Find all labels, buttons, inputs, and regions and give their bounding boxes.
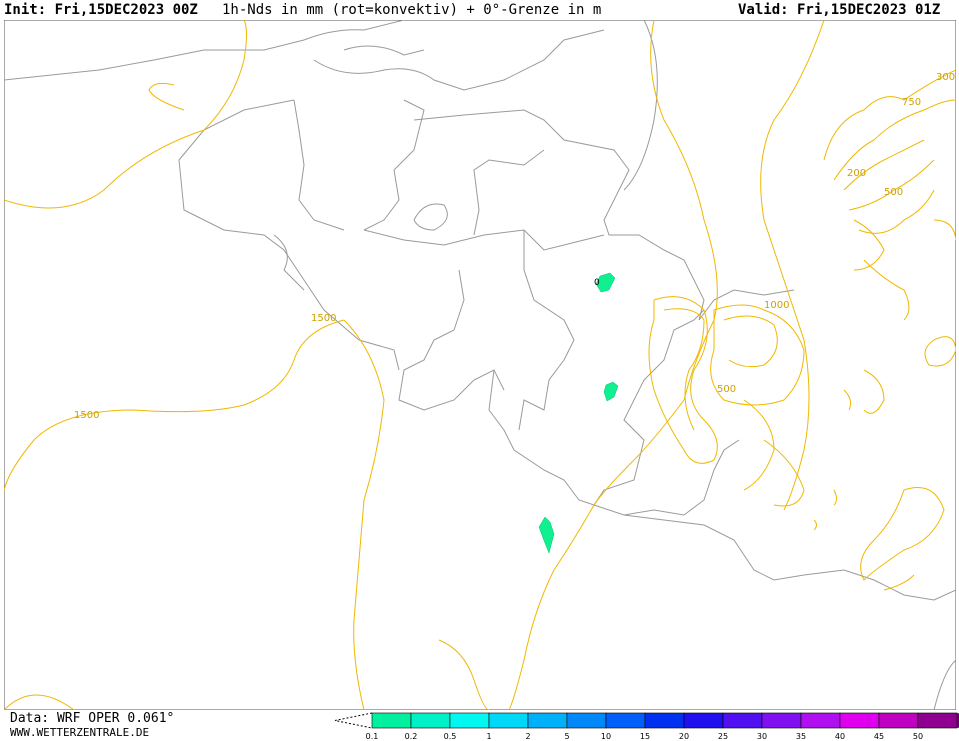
colorbar-swatch xyxy=(488,712,529,729)
data-source: Data: WRF OPER 0.061° xyxy=(10,711,175,726)
colorbar-tick-label: 1 xyxy=(486,732,491,741)
colorbar-swatch xyxy=(371,712,412,729)
website-url: WWW.WETTERZENTRALE.DE xyxy=(10,726,150,739)
valid-time: Valid: Fri,15DEC2023 01Z xyxy=(738,2,941,18)
colorbar-tick-label: 40 xyxy=(835,732,845,741)
colorbar-tick-label: 2 xyxy=(525,732,530,741)
colorbar-swatch xyxy=(761,712,802,729)
colorbar-tick-label: 30 xyxy=(757,732,767,741)
colorbar-swatch xyxy=(605,712,646,729)
colorbar-tick-label: 35 xyxy=(796,732,806,741)
colorbar-swatch xyxy=(878,712,919,729)
colorbar-swatch xyxy=(683,712,724,729)
colorbar-swatch xyxy=(566,712,607,729)
map-title: 1h-Nds in mm (rot=konvektiv) + 0°-Grenze… xyxy=(222,2,602,18)
contour-label: 1000 xyxy=(764,300,789,311)
contour-label: 750 xyxy=(902,97,921,108)
contour-label: 500 xyxy=(717,384,736,395)
colorbar-swatch xyxy=(800,712,841,729)
colorbar-tick-label: 0.2 xyxy=(405,732,418,741)
precip-colorbar: 0.1 0.2 0.5 1 2 5 10 15 20 25 30 35 40 45 50 xyxy=(334,712,959,741)
colorbar-swatch xyxy=(449,712,490,729)
colorbar-tick-label: 20 xyxy=(679,732,689,741)
weather-map: 1500 1500 1000 500 200 500 750 300 0 xyxy=(4,20,956,710)
colorbar-tick-label: 0.5 xyxy=(444,732,457,741)
colorbar-tick-label: 45 xyxy=(874,732,884,741)
contour-label: 500 xyxy=(884,187,903,198)
colorbar-tick-label: 5 xyxy=(564,732,569,741)
colorbar-swatch xyxy=(722,712,763,729)
colorbar-tick-label: 15 xyxy=(640,732,650,741)
contour-label: 300 xyxy=(936,72,955,83)
contour-label: 1500 xyxy=(74,410,99,421)
colorbar-ticks: 0.1 0.2 0.5 1 2 5 10 15 20 25 30 35 40 45 50 xyxy=(366,732,923,741)
colorbar-swatch xyxy=(527,712,568,729)
colorbar-swatch xyxy=(839,712,880,729)
colorbar-under-arrow xyxy=(334,712,373,729)
colorbar-swatch xyxy=(410,712,451,729)
contour-label: 0 xyxy=(594,278,600,288)
colorbar-tick-label: 0.1 xyxy=(366,732,379,741)
colorbar-tick-label: 50 xyxy=(913,732,923,741)
colorbar-swatch xyxy=(644,712,685,729)
colorbar-tick-label: 25 xyxy=(718,732,728,741)
contour-label: 200 xyxy=(847,168,866,179)
colorbar-swatches xyxy=(334,712,959,729)
init-time: Init: Fri,15DEC2023 00Z xyxy=(4,2,198,18)
header-bar: Init: Fri,15DEC2023 00Z 1h-Nds in mm (ro… xyxy=(0,0,959,20)
colorbar-swatch xyxy=(917,712,958,729)
colorbar-tick-label: 10 xyxy=(601,732,611,741)
contour-label: 1500 xyxy=(311,313,336,324)
